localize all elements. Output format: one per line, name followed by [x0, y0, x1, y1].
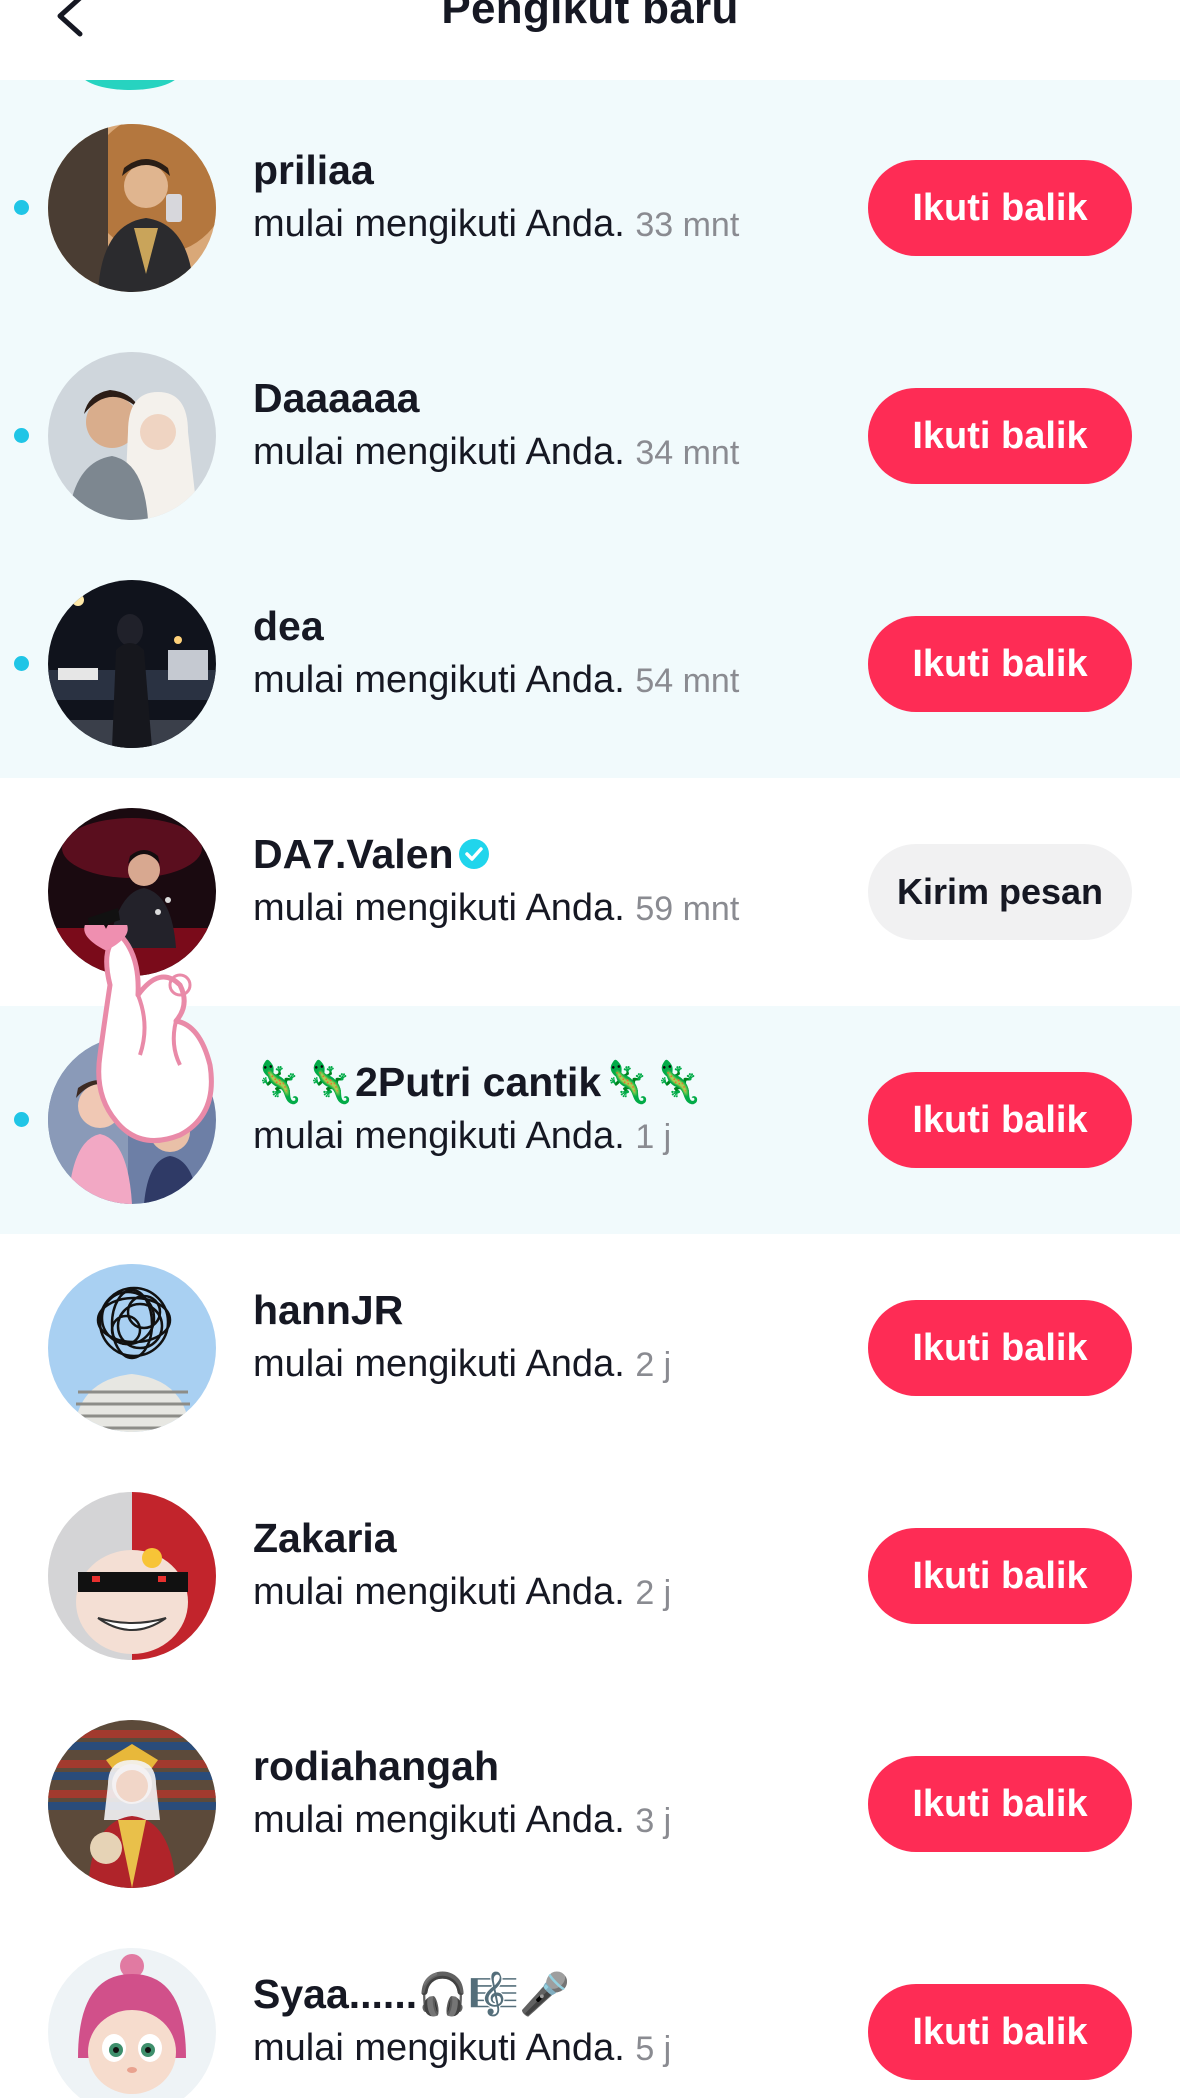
follower-info: 🦎🦎2Putri cantik🦎🦎 mulai mengikuti Anda. …	[253, 1054, 853, 1163]
avatar[interactable]	[48, 1948, 216, 2098]
follower-info: hannJR mulai mengikuti Anda. 2 j	[253, 1282, 853, 1391]
avatar[interactable]	[48, 1720, 216, 1888]
send-message-button[interactable]: Kirim pesan	[868, 844, 1132, 940]
timestamp: 59 mnt	[635, 890, 740, 928]
username[interactable]: Zakaria	[253, 1510, 853, 1566]
page-title: Pengikut baru	[441, 0, 739, 33]
username[interactable]: dea	[253, 598, 853, 654]
verified-badge-icon	[458, 839, 489, 869]
timestamp: 5 j	[635, 2030, 672, 2068]
follow-description: mulai mengikuti Anda. 33 mnt	[253, 203, 740, 245]
avatar[interactable]	[48, 1492, 216, 1660]
avatar[interactable]	[48, 1036, 216, 1204]
username[interactable]: rodiahangah	[253, 1738, 853, 1794]
follower-info: rodiahangah mulai mengikuti Anda. 3 j	[253, 1738, 853, 1847]
follower-info: dea mulai mengikuti Anda. 54 mnt	[253, 598, 853, 707]
header: Pengikut baru	[0, 0, 1180, 80]
follower-info: priliaa mulai mengikuti Anda. 33 mnt	[253, 142, 853, 251]
follower-row[interactable]: rodiahangah mulai mengikuti Anda. 3 j Ik…	[0, 1690, 1180, 1918]
follower-row[interactable]: Daaaaaa mulai mengikuti Anda. 34 mnt Iku…	[0, 322, 1180, 550]
follow-back-button[interactable]: Ikuti balik	[868, 160, 1132, 256]
follower-info: DA7.Valen mulai mengikuti Anda. 59 mnt	[253, 826, 853, 935]
follow-description: mulai mengikuti Anda. 2 j	[253, 1571, 672, 1613]
avatar[interactable]	[48, 808, 216, 976]
follower-info: Daaaaaa mulai mengikuti Anda. 34 mnt	[253, 370, 853, 479]
follow-back-button[interactable]: Ikuti balik	[868, 388, 1132, 484]
username[interactable]: priliaa	[253, 142, 853, 198]
avatar[interactable]	[48, 580, 216, 748]
timestamp: 1 j	[635, 1118, 672, 1156]
username[interactable]: Syaa......🎧🎼🎤	[253, 1966, 853, 2022]
follow-back-button[interactable]: Ikuti balik	[868, 1072, 1132, 1168]
follow-back-button[interactable]: Ikuti balik	[868, 1756, 1132, 1852]
username[interactable]: Daaaaaa	[253, 370, 853, 426]
follow-description: mulai mengikuti Anda. 2 j	[253, 1343, 672, 1385]
follow-description: mulai mengikuti Anda. 5 j	[253, 2027, 672, 2069]
unread-dot	[14, 656, 29, 671]
follow-back-button[interactable]: Ikuti balik	[868, 1528, 1132, 1624]
timestamp: 3 j	[635, 1802, 672, 1840]
follow-back-button[interactable]: Ikuti balik	[868, 1984, 1132, 2080]
avatar[interactable]	[48, 1264, 216, 1432]
timestamp: 34 mnt	[635, 434, 740, 472]
follower-row[interactable]: DA7.Valen mulai mengikuti Anda. 59 mnt K…	[0, 778, 1180, 1006]
follower-row[interactable]: 🦎🦎2Putri cantik🦎🦎 mulai mengikuti Anda. …	[0, 1006, 1180, 1234]
follow-description: mulai mengikuti Anda. 59 mnt	[253, 887, 740, 929]
follower-row[interactable]: priliaa mulai mengikuti Anda. 33 mnt Iku…	[0, 94, 1180, 322]
follow-back-button[interactable]: Ikuti balik	[868, 1300, 1132, 1396]
follower-info: Syaa......🎧🎼🎤 mulai mengikuti Anda. 5 j	[253, 1966, 853, 2075]
unread-dot	[14, 428, 29, 443]
follower-row[interactable]: dea mulai mengikuti Anda. 54 mnt Ikuti b…	[0, 550, 1180, 778]
unread-dot	[14, 200, 29, 215]
timestamp: 2 j	[635, 1346, 672, 1384]
follower-row[interactable]: hannJR mulai mengikuti Anda. 2 j Ikuti b…	[0, 1234, 1180, 1462]
follow-back-button[interactable]: Ikuti balik	[868, 616, 1132, 712]
follow-description: mulai mengikuti Anda. 1 j	[253, 1115, 672, 1157]
timestamp: 54 mnt	[635, 662, 740, 700]
follower-row[interactable]: Syaa......🎧🎼🎤 mulai mengikuti Anda. 5 j …	[0, 1918, 1180, 2098]
follow-description: mulai mengikuti Anda. 3 j	[253, 1799, 672, 1841]
follower-info: Zakaria mulai mengikuti Anda. 2 j	[253, 1510, 853, 1619]
avatar[interactable]	[48, 352, 216, 520]
follower-row[interactable]: Zakaria mulai mengikuti Anda. 2 j Ikuti …	[0, 1462, 1180, 1690]
username[interactable]: 🦎🦎2Putri cantik🦎🦎	[253, 1054, 853, 1110]
timestamp: 2 j	[635, 1574, 672, 1612]
username[interactable]: DA7.Valen	[253, 826, 853, 882]
timestamp: 33 mnt	[635, 206, 740, 244]
follow-description: mulai mengikuti Anda. 34 mnt	[253, 431, 740, 473]
avatar[interactable]	[48, 124, 216, 292]
username[interactable]: hannJR	[253, 1282, 853, 1338]
previous-row-edge	[0, 54, 1180, 94]
unread-dot	[14, 1112, 29, 1127]
follow-description: mulai mengikuti Anda. 54 mnt	[253, 659, 740, 701]
